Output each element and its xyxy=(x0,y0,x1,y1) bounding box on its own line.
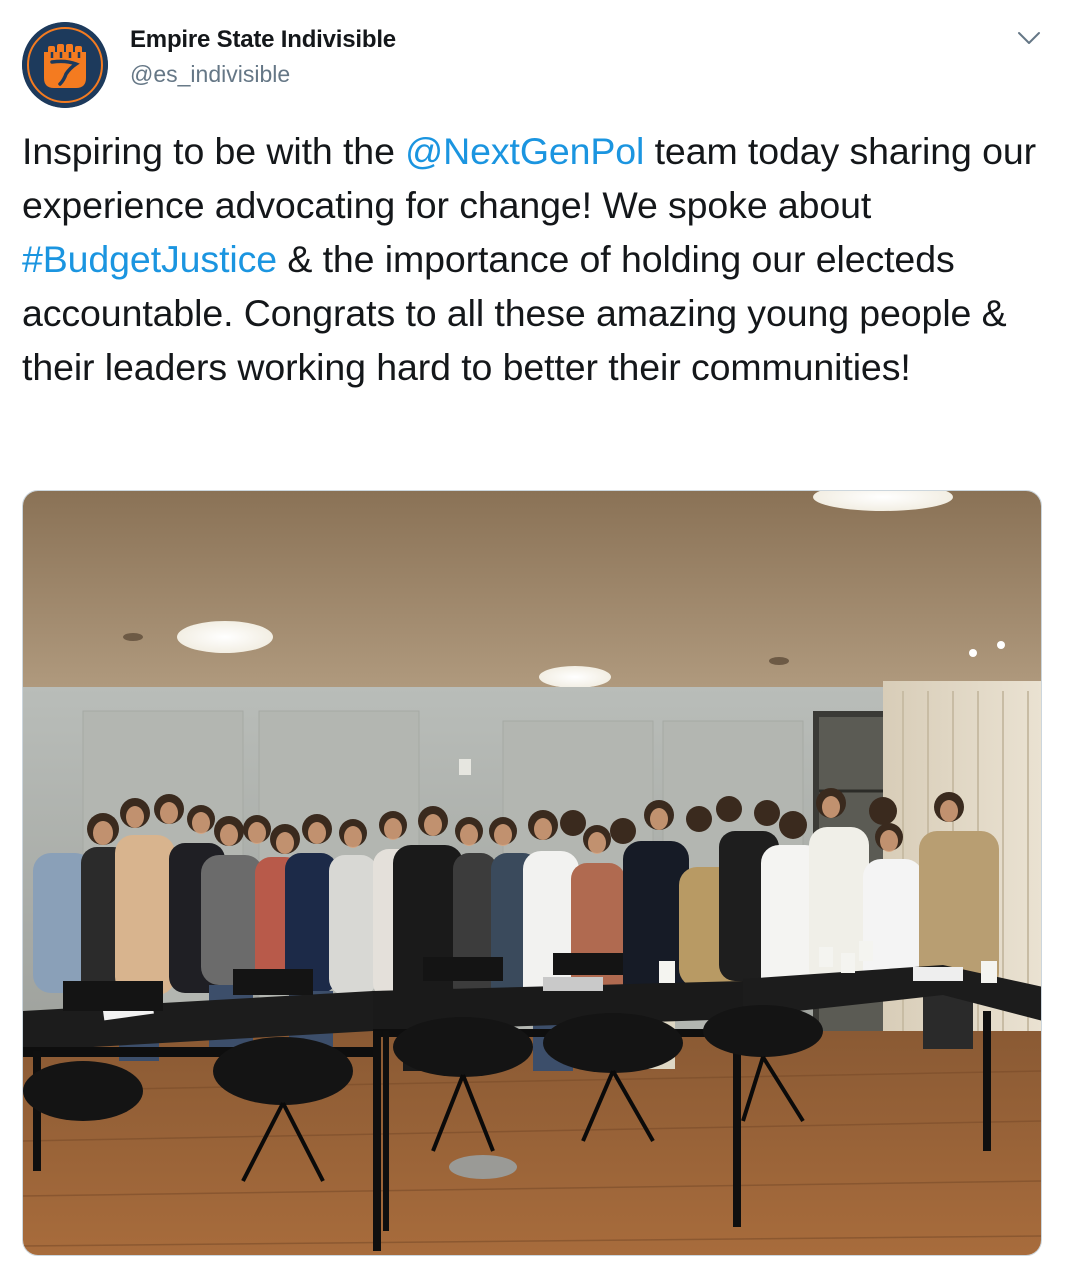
divider xyxy=(0,1266,1068,1276)
text-segment: Inspiring to be with the xyxy=(22,130,406,172)
handle[interactable]: @es_indivisible xyxy=(130,61,290,88)
avatar[interactable] xyxy=(22,22,108,108)
tweet-card: Empire State Indivisible @es_indivisible… xyxy=(0,0,1068,1276)
display-name[interactable]: Empire State Indivisible xyxy=(130,26,396,54)
raised-fist-logo-icon xyxy=(22,22,108,108)
group-photo-image xyxy=(23,491,1041,1255)
chevron-down-icon xyxy=(1018,32,1040,44)
tweet-photo[interactable] xyxy=(22,490,1042,1256)
more-options-button[interactable] xyxy=(1016,28,1042,48)
mention-link[interactable]: @NextGenPol xyxy=(405,130,644,172)
hashtag-link[interactable]: #BudgetJustice xyxy=(22,238,277,280)
tweet-text: Inspiring to be with the @NextGenPol tea… xyxy=(22,124,1052,394)
